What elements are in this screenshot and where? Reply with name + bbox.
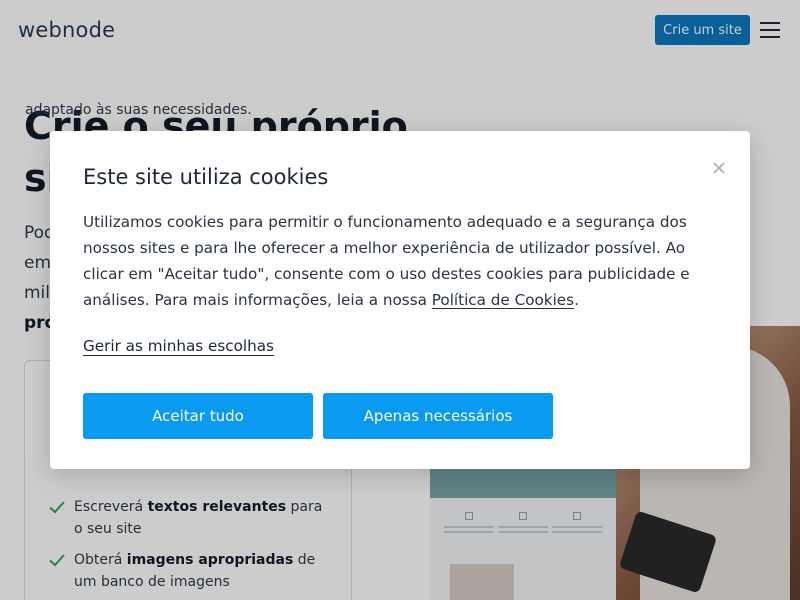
only-necessary-button[interactable]: Apenas necessários [323, 393, 553, 439]
cookie-dialog: Este site utiliza cookies Utilizamos coo… [50, 131, 750, 469]
accept-all-button[interactable]: Aceitar tudo [83, 393, 313, 439]
dialog-body-suffix: . [574, 291, 579, 309]
dialog-body-text: Utilizamos cookies para permitir o funci… [83, 213, 690, 309]
close-icon[interactable] [710, 159, 728, 177]
manage-choices-link[interactable]: Gerir as minhas escolhas [83, 337, 274, 355]
cookie-policy-link[interactable]: Política de Cookies [432, 291, 574, 309]
dialog-body: Utilizamos cookies para permitir o funci… [83, 209, 713, 313]
dialog-title: Este site utiliza cookies [83, 165, 329, 189]
